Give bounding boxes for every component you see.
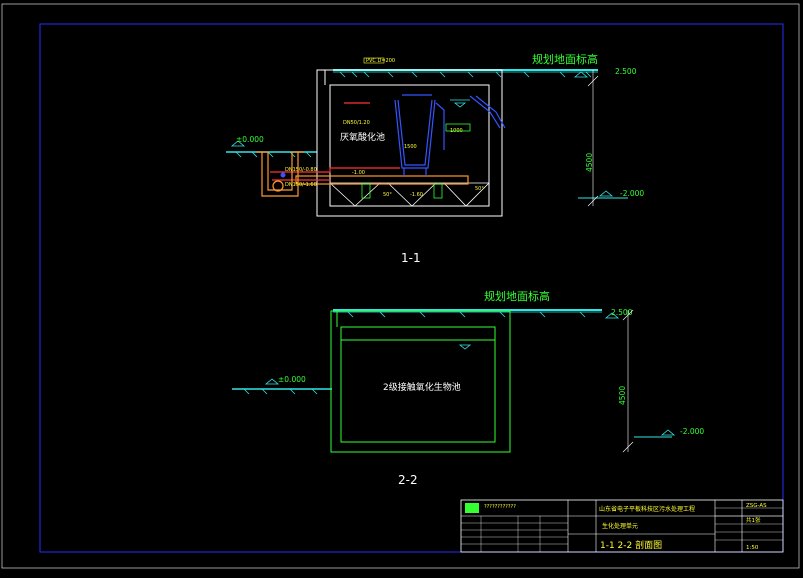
label-angle-1: 50° <box>383 192 392 198</box>
section-1-1: PVC D=200 DN50/1.20 DN150/-0.80 DN150/-1… <box>226 52 644 265</box>
sheet-count: 共1张 <box>746 516 761 524</box>
label-note-2: -1.60 <box>410 192 423 198</box>
depth-dim-2: 4500 <box>618 386 627 405</box>
ground-level-label-1: 规划地面标高 <box>532 52 598 66</box>
label-dn-3: DN150/-1.60 <box>285 182 317 188</box>
title-block: ???????????? 山东省电子平板科技区污水处理工程 生化处理单元 1-1… <box>460 499 784 553</box>
label-note-1: -1.00 <box>352 170 365 176</box>
section-title-2: 2-2 <box>398 473 418 487</box>
label-dn-2: DN150/-0.80 <box>285 167 317 173</box>
elev-left-2: ±0.000 <box>278 375 306 384</box>
ground-level-label-2: 规划地面标高 <box>484 289 550 303</box>
outlet-pipe <box>469 95 506 129</box>
label-pipe-pvc: PVC D=200 <box>366 58 395 64</box>
company-line: ???????????? <box>484 504 516 510</box>
label-dn-1: DN50/1.20 <box>343 120 370 126</box>
depth-dim-1: 4500 <box>585 153 594 172</box>
drawing-code: ZSG-AS <box>746 503 767 509</box>
label-angle-2: 50° <box>475 186 484 192</box>
valve-icon <box>280 172 286 178</box>
elev-top-2: 2.500 <box>611 308 633 317</box>
elev-top: 2.500 <box>615 67 637 76</box>
drawing-name: 1-1 2-2 剖面图 <box>600 539 662 551</box>
project-name: 山东省电子平板科技区污水处理工程 <box>599 505 695 513</box>
cad-drawing-canvas: PVC D=200 DN50/1.20 DN150/-0.80 DN150/-1… <box>0 0 803 574</box>
drawing-svg: PVC D=200 DN50/1.20 DN150/-0.80 DN150/-1… <box>1 3 800 569</box>
elev-bottom: -2.000 <box>620 189 644 198</box>
internal-cone-pipe <box>394 94 445 176</box>
inlet-well <box>256 151 304 197</box>
label-dim-1: 1500 <box>404 144 417 150</box>
tank-label-anaerobic: 厌氧酸化池 <box>340 131 385 143</box>
section-title-1: 1-1 <box>401 251 421 265</box>
unit-name: 生化处理单元 <box>602 522 638 530</box>
elev-left: ±0.000 <box>236 135 264 144</box>
tank-label-oxidation: 2级接触氧化生物池 <box>383 381 461 393</box>
company-logo-icon <box>465 503 479 513</box>
drawing-scale: 1:50 <box>746 545 759 551</box>
elev-bottom-2: -2.000 <box>680 427 704 436</box>
section-2-2: 2级接触氧化生物池 2.500 ±0.000 -2.000 规划地面标高 450… <box>232 289 704 487</box>
tank-outer-wall-2 <box>330 310 511 453</box>
